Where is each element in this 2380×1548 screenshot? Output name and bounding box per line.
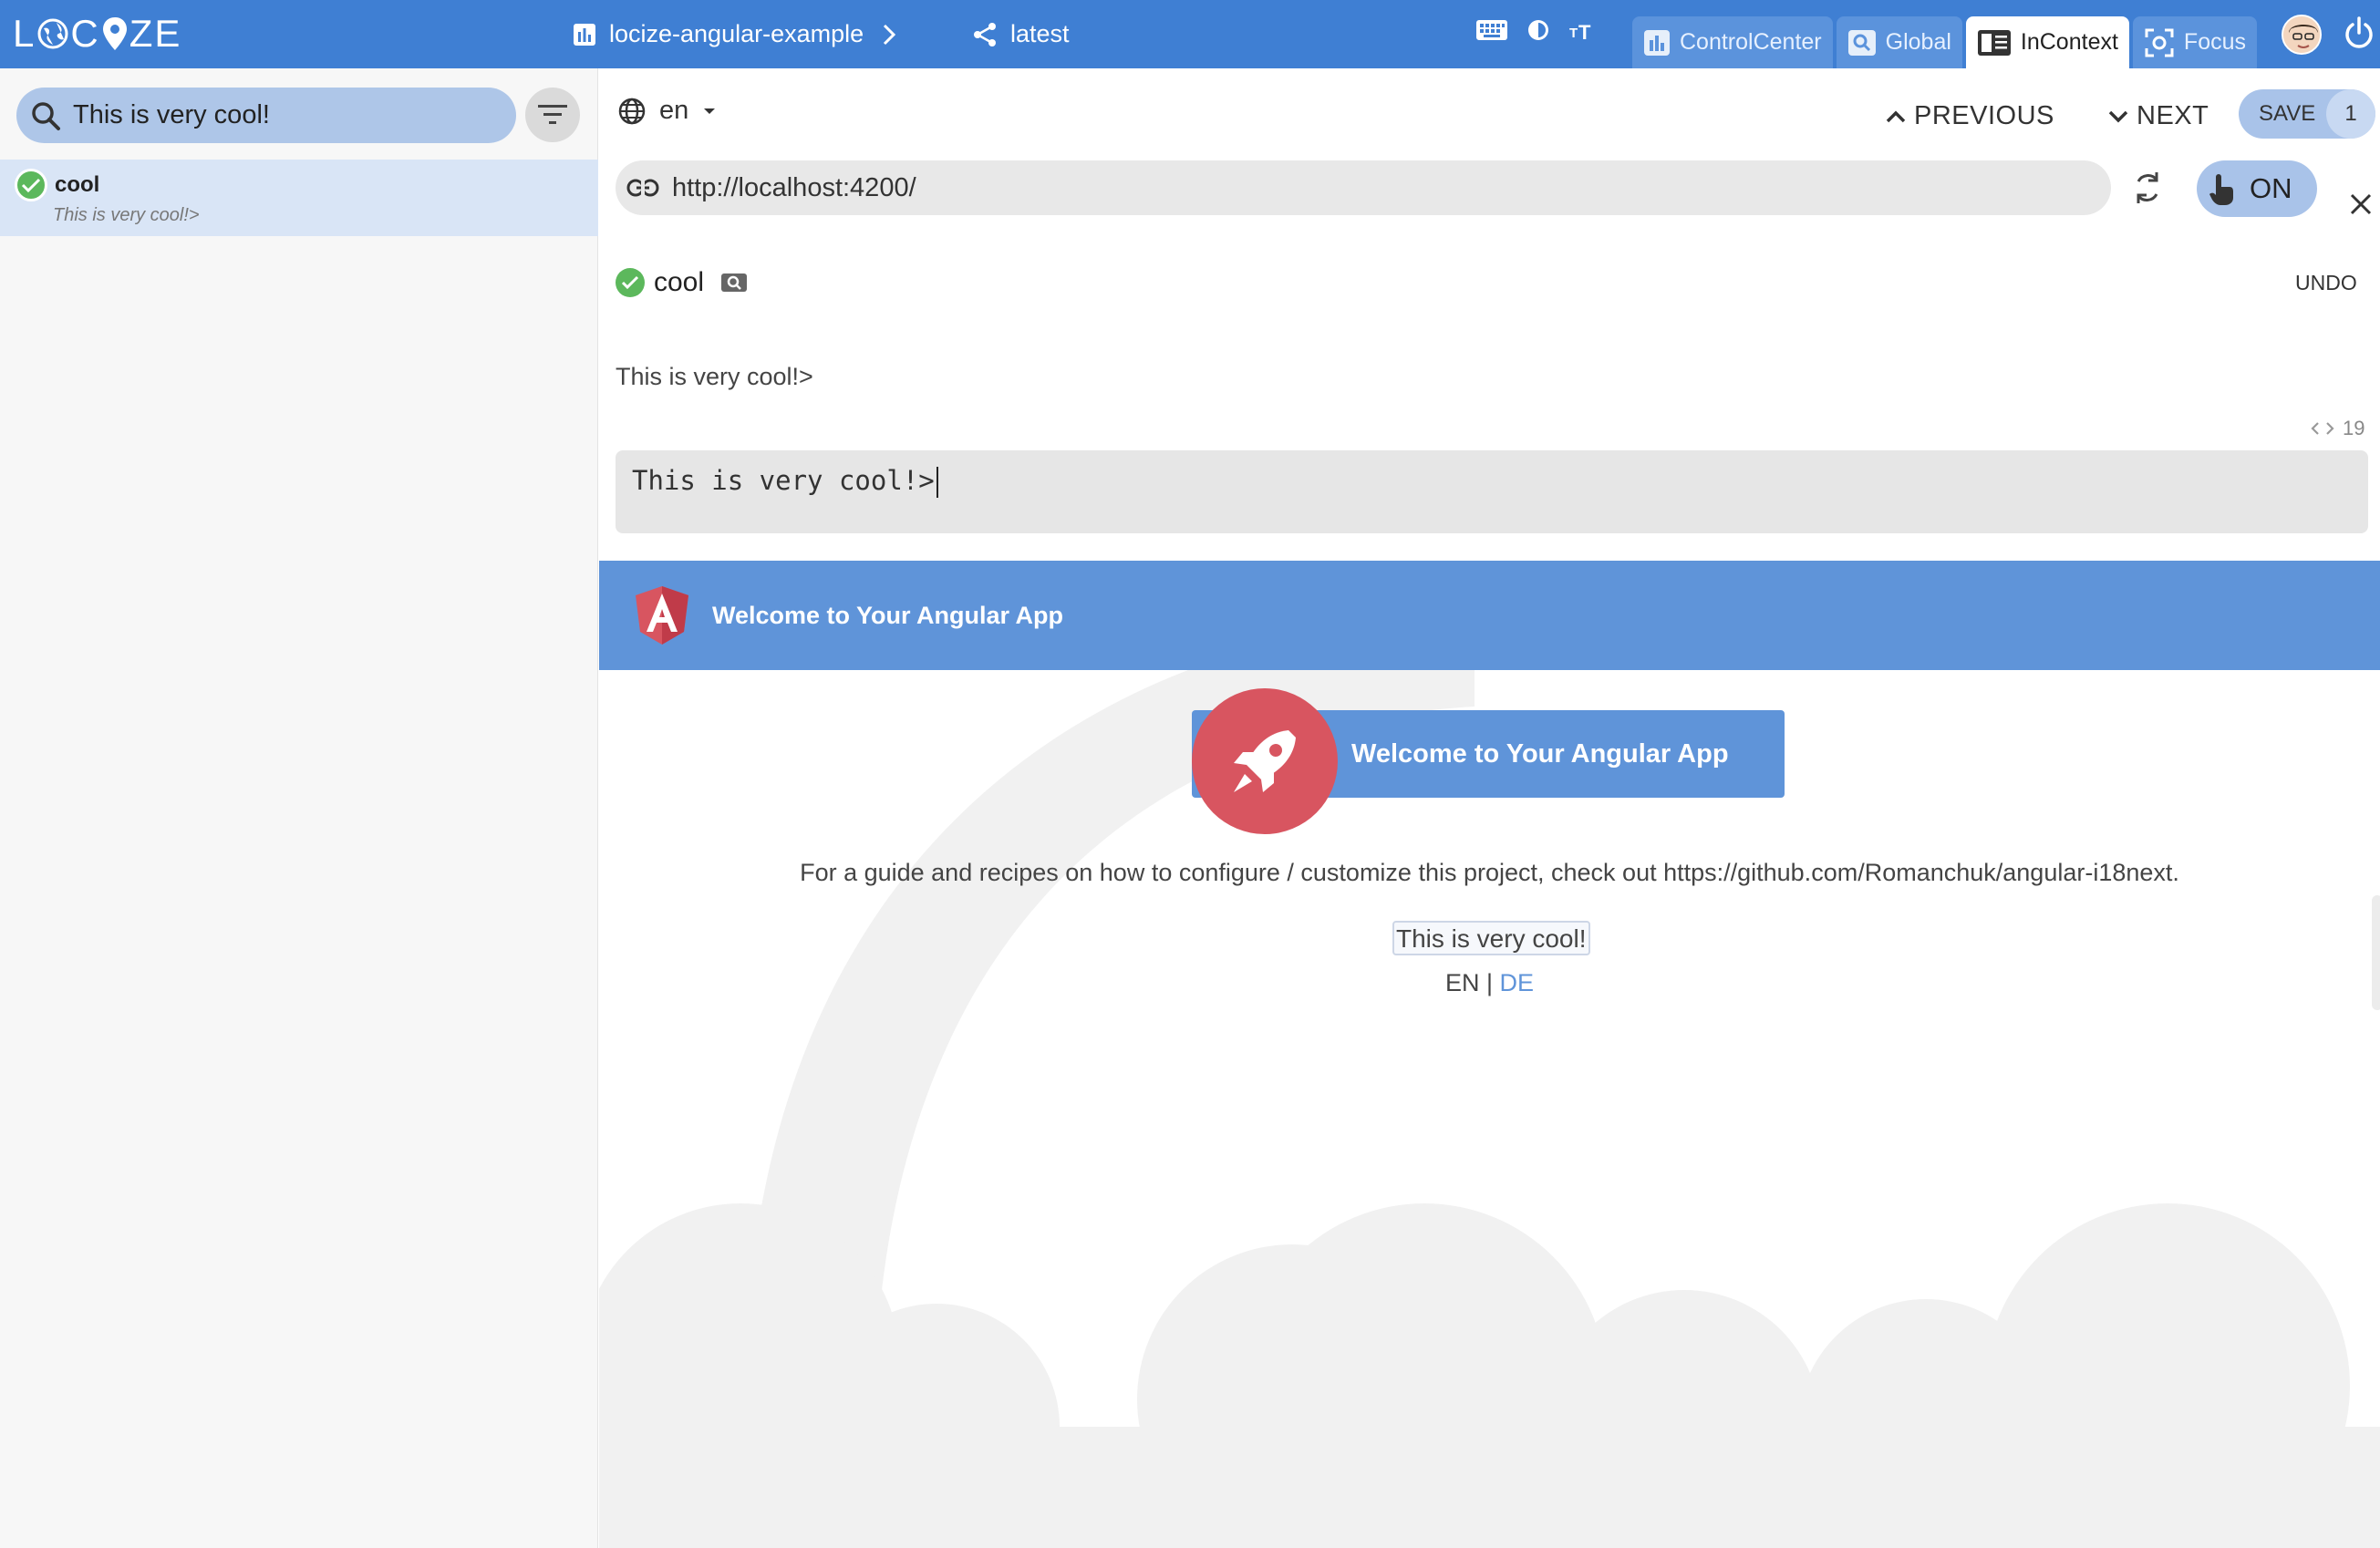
breadcrumb-version[interactable]: latest <box>972 0 1070 68</box>
code-icon <box>2311 422 2334 435</box>
tab-label: ControlCenter <box>1680 29 1822 55</box>
user-avatar[interactable] <box>2282 15 2322 55</box>
scroll-edge-tab[interactable] <box>2372 895 2380 1010</box>
result-value: This is very cool!> <box>53 205 200 225</box>
screenshot-search-icon[interactable] <box>720 272 748 294</box>
translation-editor[interactable]: This is very cool!> <box>616 450 2368 533</box>
angular-logo-icon <box>636 586 688 645</box>
keyboard-icon[interactable] <box>1475 16 1508 44</box>
filter-button[interactable] <box>525 88 580 142</box>
tab-incontext[interactable]: InContext <box>1965 16 2129 68</box>
lang-de-link[interactable]: DE <box>1500 969 1535 996</box>
tab-focus[interactable]: Focus <box>2132 16 2258 68</box>
main-editor: en PREVIOUS NEXT SAVE 1 http://localhost… <box>599 68 2380 561</box>
char-count: 19 <box>2310 417 2364 440</box>
top-tools: TT <box>1475 16 1596 44</box>
focus-icon <box>2145 28 2174 57</box>
previous-label: PREVIOUS <box>1914 101 2054 130</box>
incontext-toggle[interactable]: ON <box>2197 160 2317 217</box>
avatar-image <box>2283 16 2320 53</box>
search-input[interactable]: This is very cool! <box>16 88 516 143</box>
tab-global[interactable]: Global <box>1836 16 1962 68</box>
search-value: This is very cool! <box>73 100 270 129</box>
incontext-icon <box>1977 29 2011 56</box>
refresh-icon[interactable] <box>2131 169 2164 207</box>
link-icon <box>626 179 659 197</box>
save-count-badge: 1 <box>2326 89 2375 139</box>
result-key: cool <box>55 172 100 197</box>
bar-chart-icon <box>1644 29 1670 56</box>
text-caret <box>936 467 938 498</box>
search-icon <box>32 101 60 130</box>
app-header: Welcome to Your Angular App <box>599 561 2380 670</box>
pin-logo-icon <box>102 17 127 50</box>
top-bar: L C ZE locize-angular-example latest TT … <box>0 0 2380 68</box>
undo-button[interactable]: UNDO <box>2295 271 2357 295</box>
app-header-title: Welcome to Your Angular App <box>712 601 1064 629</box>
save-button[interactable]: SAVE 1 <box>2239 89 2375 139</box>
touch-icon <box>2209 174 2233 205</box>
guide-text: For a guide and recipes on how to config… <box>800 859 2179 886</box>
next-label: NEXT <box>2137 101 2209 130</box>
hero-title: Welcome to Your Angular App <box>1351 738 1729 769</box>
previous-button[interactable]: PREVIOUS <box>1885 101 2054 131</box>
toggle-label: ON <box>2250 172 2292 204</box>
chevron-right-icon <box>884 24 896 45</box>
check-circle-icon <box>616 268 645 297</box>
editor-value: This is very cool!> <box>632 465 935 496</box>
version-name: latest <box>1010 20 1070 47</box>
check-circle-icon <box>15 169 47 201</box>
list-item[interactable]: cool This is very cool!> <box>0 160 598 236</box>
save-label: SAVE <box>2259 101 2316 126</box>
text-size-icon[interactable]: TT <box>1568 16 1596 44</box>
cool-text-highlight[interactable]: This is very cool! <box>1392 921 1590 955</box>
chevron-down-icon <box>2108 110 2128 122</box>
language-select[interactable]: en <box>617 96 718 126</box>
share-icon <box>974 22 996 46</box>
reference-text: This is very cool!> <box>616 363 813 390</box>
tab-label: Global <box>1885 29 1951 55</box>
app-preview: Welcome to Your Angular App Welcome to Y… <box>599 561 2380 1548</box>
rocket-icon <box>1234 730 1296 792</box>
mode-tabs: ControlCenter Global InContext Focus <box>1632 16 2261 68</box>
breadcrumb-project[interactable]: locize-angular-example <box>573 0 909 68</box>
search-icon <box>1847 29 1876 56</box>
globe-icon <box>618 98 646 124</box>
svg-text:T: T <box>1569 26 1578 41</box>
power-icon[interactable] <box>2344 16 2375 51</box>
lang-separator: | <box>1485 969 1493 996</box>
globe-logo-icon <box>37 18 68 49</box>
char-count-value: 19 <box>2343 417 2365 439</box>
caret-down-icon <box>704 108 716 114</box>
url-field[interactable]: http://localhost:4200/ <box>616 160 2111 215</box>
tab-label: Focus <box>2183 29 2247 55</box>
tab-label: InContext <box>2020 29 2118 55</box>
svg-text:T: T <box>1578 21 1591 44</box>
locize-logo[interactable]: L C ZE <box>13 11 181 57</box>
lang-en-link[interactable]: EN <box>1445 969 1480 996</box>
url-value: http://localhost:4200/ <box>672 172 916 202</box>
sidebar: This is very cool! cool This is very coo… <box>0 68 598 1548</box>
brightness-icon[interactable] <box>1525 16 1552 44</box>
close-icon[interactable] <box>2348 191 2374 217</box>
tab-controlcenter[interactable]: ControlCenter <box>1632 16 1833 68</box>
rocket-logo <box>1192 688 1338 834</box>
background-clouds-art <box>599 615 2380 1548</box>
language-value: en <box>659 96 689 125</box>
filter-icon <box>538 105 567 124</box>
chevron-up-icon <box>1886 110 1906 122</box>
project-name: locize-angular-example <box>609 20 864 47</box>
next-button[interactable]: NEXT <box>2107 101 2209 131</box>
entry-header: cool <box>616 267 748 298</box>
bar-chart-icon <box>574 23 595 46</box>
language-switch: EN | DE <box>599 969 2380 997</box>
entry-key: cool <box>654 267 705 297</box>
